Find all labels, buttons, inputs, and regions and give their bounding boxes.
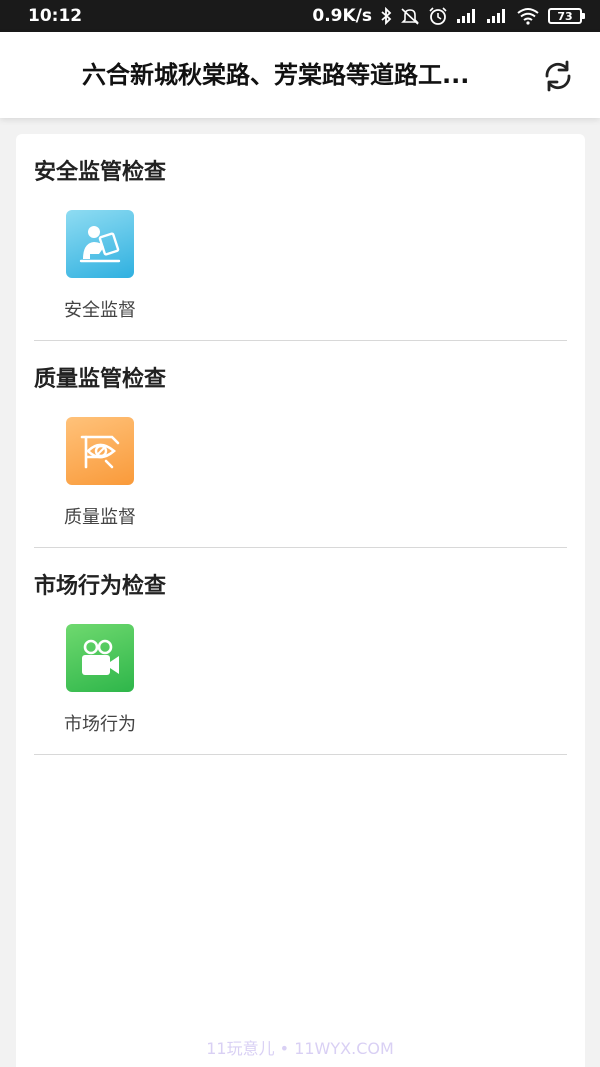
market-behavior-tile[interactable]: 市场行为	[60, 624, 140, 736]
quality-supervision-tile[interactable]: 质量监督	[60, 417, 140, 529]
section-quality-inspection: 质量监管检查 质量监督	[34, 341, 567, 548]
page-title: 六合新城秋棠路、芳棠路等道路工...	[82, 61, 470, 89]
section-safety-inspection: 安全监管检查 安全监督	[34, 134, 567, 341]
battery-level: 73	[557, 9, 573, 23]
battery-icon: 73	[548, 8, 585, 24]
section-title: 安全监管检查	[34, 160, 167, 185]
network-speed: 0.9K/s	[312, 6, 372, 26]
wifi-icon	[516, 6, 540, 26]
section-title: 质量监管检查	[34, 367, 167, 392]
person-clipboard-icon	[66, 210, 134, 278]
bluetooth-icon	[380, 6, 392, 26]
watermark: 11玩意儿 • 11WYX.COM	[206, 1039, 394, 1058]
signal-icon	[456, 6, 478, 26]
eye-inspection-icon	[66, 417, 134, 485]
tile-label: 市场行为	[64, 714, 136, 735]
status-time: 10:12	[28, 6, 83, 26]
status-bar: 10:12 0.9K/s 73	[0, 0, 600, 32]
refresh-button[interactable]	[538, 56, 578, 96]
tile-label: 安全监督	[64, 300, 136, 321]
mute-icon	[400, 6, 420, 26]
status-icons: 0.9K/s 73	[312, 6, 585, 26]
content-card: 安全监管检查 安全监督 质量监管检查 质量监督 市场行为检查 市场行为	[16, 134, 585, 1067]
safety-supervision-tile[interactable]: 安全监督	[60, 210, 140, 322]
app-header: 六合新城秋棠路、芳棠路等道路工...	[0, 32, 600, 118]
section-market-inspection: 市场行为检查 市场行为	[34, 548, 567, 755]
alarm-icon	[428, 6, 448, 26]
section-title: 市场行为检查	[34, 574, 167, 599]
refresh-icon	[545, 60, 571, 92]
video-camera-icon	[66, 624, 134, 692]
tile-label: 质量监督	[64, 507, 136, 528]
signal-icon	[486, 6, 508, 26]
